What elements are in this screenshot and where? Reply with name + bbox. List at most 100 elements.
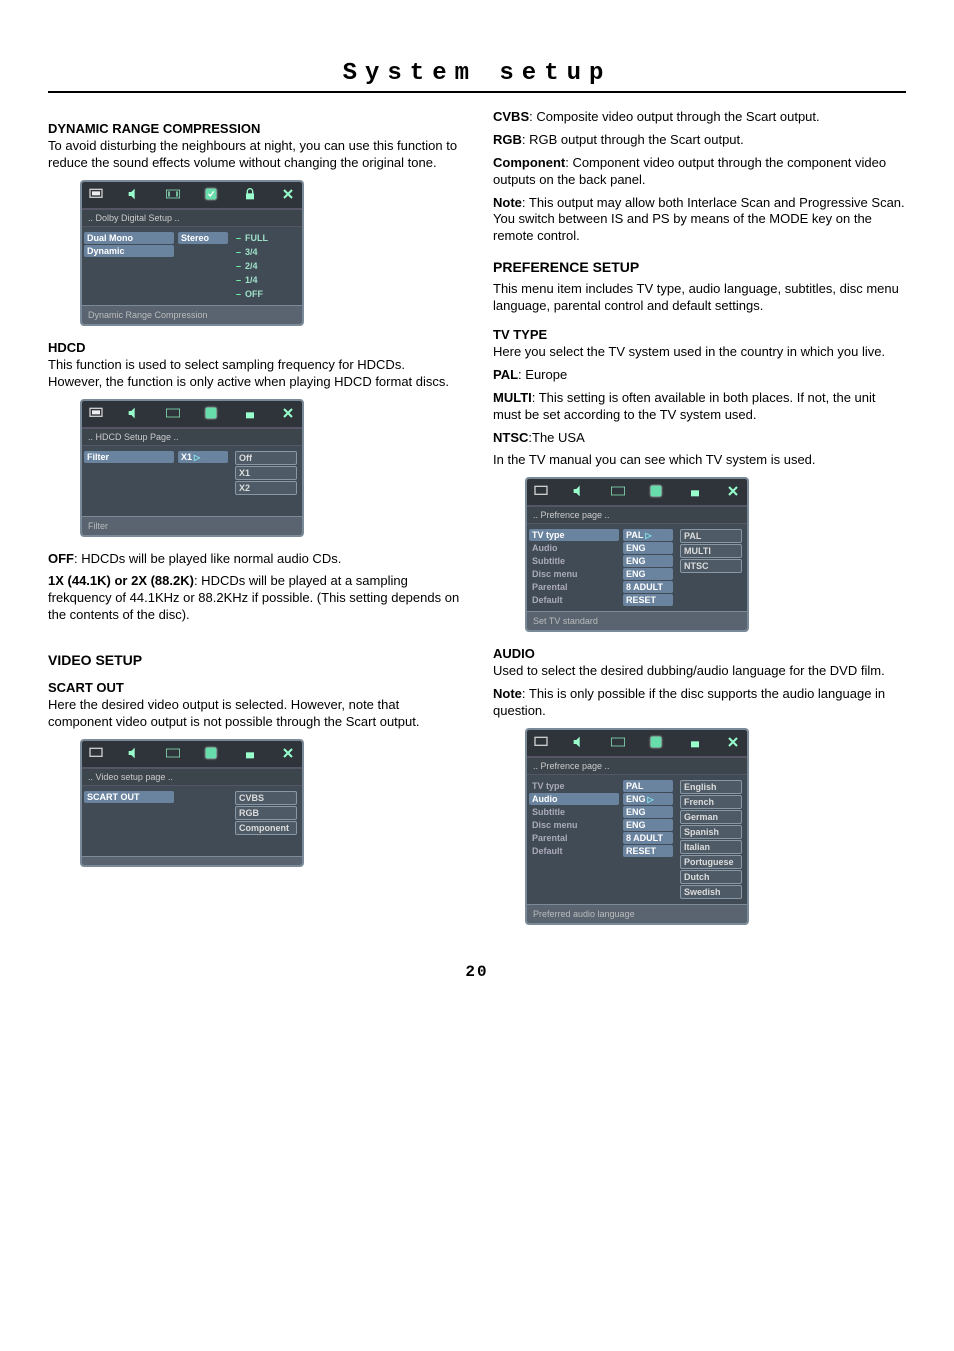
osd-option[interactable]: Swedish bbox=[680, 885, 742, 899]
osd-value: PAL bbox=[623, 529, 673, 541]
ladder-val[interactable]: OFF bbox=[245, 289, 263, 299]
pal-line: PAL: Europe bbox=[493, 367, 906, 384]
osd-option[interactable]: CVBS bbox=[235, 791, 297, 805]
audio-heading: AUDIO bbox=[493, 646, 906, 661]
audio-note: Note: This is only possible if the disc … bbox=[493, 686, 906, 720]
osd-iconbar bbox=[527, 479, 747, 506]
osd-item[interactable]: Disc menu bbox=[529, 819, 619, 831]
osd-option[interactable]: PAL bbox=[680, 529, 742, 543]
osd-footer: Preferred audio language bbox=[527, 904, 747, 923]
osd-iconbar bbox=[527, 730, 747, 757]
osd-item[interactable]: TV type bbox=[529, 529, 619, 541]
osd-item[interactable]: Audio bbox=[529, 793, 619, 805]
osd-option[interactable]: MULTI bbox=[680, 544, 742, 558]
osd-option[interactable]: French bbox=[680, 795, 742, 809]
osd-value: Stereo bbox=[178, 232, 228, 244]
setup-icon bbox=[648, 483, 664, 501]
osd-option[interactable]: English bbox=[680, 780, 742, 794]
hdcd-body: This function is used to select sampling… bbox=[48, 357, 461, 391]
tvtype-heading: TV TYPE bbox=[493, 327, 906, 342]
osd-value: ENG bbox=[623, 555, 673, 567]
osd-item[interactable]: Dual Mono bbox=[84, 232, 174, 244]
osd-item[interactable]: Dynamic bbox=[84, 245, 174, 257]
osd-item[interactable]: Parental bbox=[529, 832, 619, 844]
osd-value: ENG bbox=[623, 819, 673, 831]
osd-footer: Set TV standard bbox=[527, 611, 747, 630]
osd-iconbar bbox=[82, 182, 302, 209]
lock-icon bbox=[242, 186, 258, 204]
osd-option[interactable]: NTSC bbox=[680, 559, 742, 573]
ladder-val[interactable]: FULL bbox=[245, 233, 268, 243]
osd-item[interactable]: Subtitle bbox=[529, 806, 619, 818]
osd-option[interactable]: Component bbox=[235, 821, 297, 835]
osd-item[interactable]: Default bbox=[529, 845, 619, 857]
osd-iconbar bbox=[82, 401, 302, 428]
osd-item[interactable]: TV type bbox=[529, 780, 619, 792]
dolby-icon bbox=[165, 186, 181, 204]
osd-option[interactable]: Portuguese bbox=[680, 855, 742, 869]
osd-footer: Filter bbox=[82, 516, 302, 535]
osd-item[interactable]: Audio bbox=[529, 542, 619, 554]
scart-heading: SCART OUT bbox=[48, 680, 461, 695]
tv-icon bbox=[88, 745, 104, 763]
close-icon bbox=[280, 745, 296, 763]
osd-footer bbox=[82, 856, 302, 865]
dolby-icon bbox=[610, 734, 626, 752]
osd-item[interactable]: SCART OUT bbox=[84, 791, 174, 803]
dolby-icon bbox=[165, 405, 181, 423]
speaker-icon bbox=[126, 745, 142, 763]
ladder-val[interactable]: 1/4 bbox=[245, 275, 258, 285]
close-icon bbox=[725, 483, 741, 501]
osd-hdcd: .. HDCD Setup Page .. Filter X1 Off X1 X… bbox=[80, 399, 304, 537]
ladder-val[interactable]: 2/4 bbox=[245, 261, 258, 271]
rgb-line: RGB: RGB output through the Scart output… bbox=[493, 132, 906, 149]
title-rule bbox=[48, 91, 906, 93]
setup-icon bbox=[203, 745, 219, 763]
tv-icon bbox=[88, 405, 104, 423]
osd-value: 8 ADULT bbox=[623, 832, 673, 844]
osd-option[interactable]: Dutch bbox=[680, 870, 742, 884]
osd-value: RESET bbox=[623, 594, 673, 606]
audio-body: Used to select the desired dubbing/audio… bbox=[493, 663, 906, 680]
osd-title: .. Prefrence page .. bbox=[527, 757, 747, 775]
speaker-icon bbox=[126, 405, 142, 423]
page-title: System setup bbox=[48, 60, 906, 87]
osd-value: RESET bbox=[623, 845, 673, 857]
osd-item[interactable]: Filter bbox=[84, 451, 174, 463]
osd-iconbar bbox=[82, 741, 302, 768]
ladder-val[interactable]: 3/4 bbox=[245, 247, 258, 257]
tv-icon bbox=[88, 186, 104, 204]
osd-item[interactable]: Default bbox=[529, 594, 619, 606]
osd-value: 8 ADULT bbox=[623, 581, 673, 593]
cvbs-line: CVBS: Composite video output through the… bbox=[493, 109, 906, 126]
setup-icon bbox=[203, 186, 219, 204]
speaker-icon bbox=[571, 734, 587, 752]
drc-heading: DYNAMIC RANGE COMPRESSION bbox=[48, 121, 461, 136]
note-line: Note: This output may allow both Interla… bbox=[493, 195, 906, 246]
close-icon bbox=[725, 734, 741, 752]
osd-option[interactable]: Spanish bbox=[680, 825, 742, 839]
page-number: 20 bbox=[48, 963, 906, 981]
multi-line: MULTI: This setting is often available i… bbox=[493, 390, 906, 424]
tv-icon bbox=[533, 483, 549, 501]
osd-item[interactable]: Parental bbox=[529, 581, 619, 593]
speaker-icon bbox=[571, 483, 587, 501]
osd-video: .. Video setup page .. SCART OUT CVBS RG… bbox=[80, 739, 304, 867]
osd-option[interactable]: RGB bbox=[235, 806, 297, 820]
video-heading: VIDEO SETUP bbox=[48, 652, 461, 668]
osd-option[interactable]: Italian bbox=[680, 840, 742, 854]
hdcd-off: OFF: HDCDs will be played like normal au… bbox=[48, 551, 461, 568]
lock-icon bbox=[687, 483, 703, 501]
osd-option[interactable]: X1 bbox=[235, 466, 297, 480]
osd-item[interactable]: Subtitle bbox=[529, 555, 619, 567]
osd-item[interactable]: Disc menu bbox=[529, 568, 619, 580]
osd-option[interactable]: Off bbox=[235, 451, 297, 465]
comp-line: Component: Component video output throug… bbox=[493, 155, 906, 189]
osd-option[interactable]: German bbox=[680, 810, 742, 824]
lock-icon bbox=[242, 745, 258, 763]
osd-value: ENG bbox=[623, 542, 673, 554]
osd-option[interactable]: X2 bbox=[235, 481, 297, 495]
osd-value: ENG bbox=[623, 806, 673, 818]
ntsc-line: NTSC:The USA bbox=[493, 430, 906, 447]
ladder: –FULL –3/4 –2/4 –1/4 –OFF bbox=[232, 231, 300, 301]
